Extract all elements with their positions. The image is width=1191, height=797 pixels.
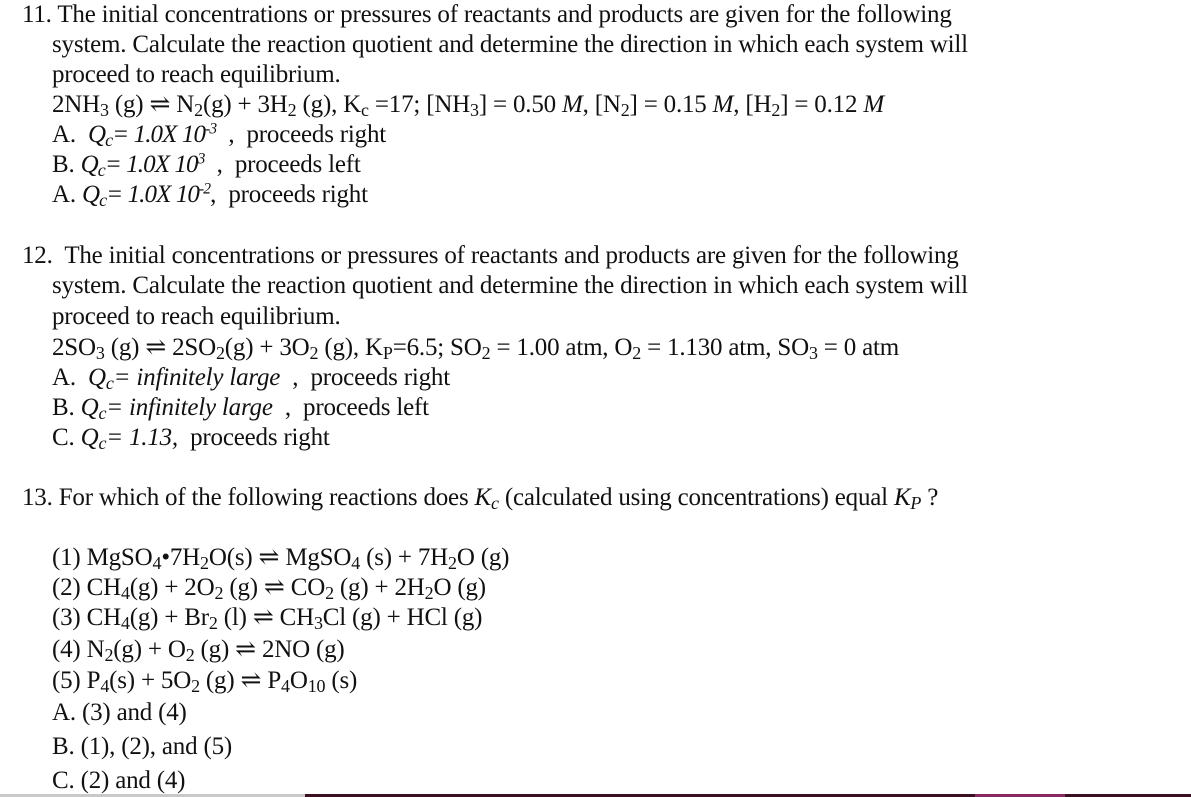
question-stem-line: 11. The initial concentrations or pressu… <box>0 0 952 30</box>
question-stem-line: proceed to reach equilibrium. <box>52 61 341 88</box>
answer-option[interactable]: C. (2) and (4) <box>52 766 185 796</box>
question-number: 12. <box>22 242 53 269</box>
question-stem-line: 13. For which of the following reactions… <box>22 484 939 513</box>
stem-text: The initial concentrations or pressures … <box>64 242 959 269</box>
answer-option[interactable]: A. Qc= 1.0X 10-2, proceeds right <box>52 180 368 210</box>
answer-option[interactable]: A. (3) and (4) <box>52 698 187 728</box>
answer-option[interactable]: C. Qc= 1.13, proceeds right <box>52 423 330 453</box>
answer-option[interactable]: A. Qc= 1.0X 10-3 , proceeds right <box>52 120 386 150</box>
reaction-list-item: (5) P4(s) + 5O2 (g) ⇌ P4O10 (s) <box>52 667 358 696</box>
question-stem-line: system. Calculate the reaction quotient … <box>52 272 968 299</box>
question-stem-line: proceed to reach equilibrium. <box>52 303 341 330</box>
question-stem-line: system. Calculate the reaction quotient … <box>52 31 968 58</box>
stem-text: The initial concentrations or pressures … <box>57 1 952 28</box>
reaction-list-item: (3) CH4(g) + Br2 (l) ⇌ CH3Cl (g) + HCl (… <box>52 604 483 633</box>
reaction-list-item: (4) N2(g) + O2 (g) ⇌ 2NO (g) <box>52 636 345 665</box>
question-number: 13. <box>22 484 53 511</box>
reaction-list-item: (2) CH4(g) + 2O2 (g) ⇌ CO2 (g) + 2H2O (g… <box>52 574 486 603</box>
reaction-equation: 2SO3 (g) ⇌ 2SO2(g) + 3O2 (g), KP=6.5; SO… <box>52 334 899 363</box>
answer-option[interactable]: B. Qc= infinitely large , proceeds left <box>52 393 429 423</box>
answer-option[interactable]: B. Qc= 1.0X 103 , proceeds left <box>52 150 361 180</box>
answer-option[interactable]: A. Qc= infinitely large , proceeds right <box>52 363 450 393</box>
answer-option[interactable]: B. (1), (2), and (5) <box>52 732 232 762</box>
reaction-equation: 2NH3 (g) ⇌ N2(g) + 3H2 (g), Kc =17; [NH3… <box>52 91 884 120</box>
reaction-list-item: (1) MgSO4•7H2O(s) ⇌ MgSO4 (s) + 7H2O (g) <box>52 544 510 573</box>
question-number: 11. <box>22 1 52 28</box>
question-stem-line: 12. The initial concentrations or pressu… <box>0 241 959 271</box>
